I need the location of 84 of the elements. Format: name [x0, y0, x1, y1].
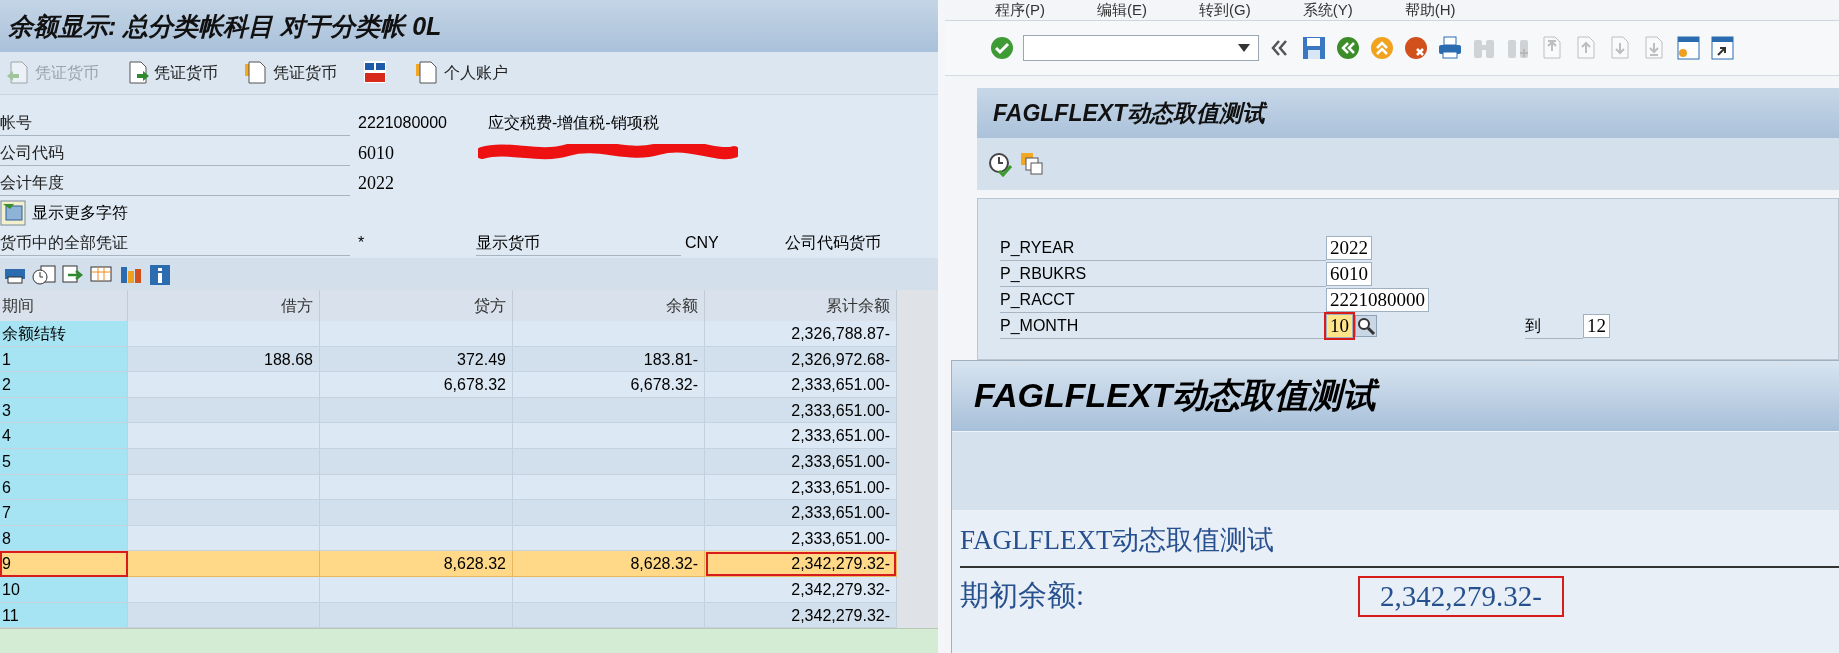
- field-label: 会计年度: [0, 170, 350, 196]
- table-cell: 2,333,651.00-: [705, 525, 897, 552]
- field-description: 应交税费-增值税-销项税: [487, 112, 659, 133]
- input-field[interactable]: 12: [1583, 314, 1610, 338]
- screen-title: FAGLFLEXT动态取值测试: [993, 98, 1266, 128]
- menu-item[interactable]: 系统(Y): [1302, 1, 1353, 19]
- documents-icon[interactable]: [1019, 151, 1045, 177]
- table-cell: 2,333,651.00-: [705, 423, 897, 449]
- balance-value: 2,342,279.32-: [1360, 577, 1562, 615]
- table-cell: 10: [0, 576, 128, 603]
- table-cell: 188.68: [128, 346, 320, 373]
- field-label: 显示货币: [476, 230, 681, 256]
- parameter-label: P_RYEAR: [1000, 235, 1326, 261]
- filter-icon: [0, 200, 26, 226]
- close-icon[interactable]: [1403, 35, 1429, 61]
- printer-icon[interactable]: [1437, 35, 1463, 61]
- execute-icon[interactable]: [987, 151, 1013, 177]
- input-field[interactable]: 6010: [1326, 262, 1372, 286]
- column-header: 累计余额: [705, 290, 897, 321]
- more-characters-button[interactable]: 显示更多字符: [0, 200, 128, 226]
- column-header: 余额: [513, 290, 705, 321]
- field-label: 帐号: [0, 110, 350, 136]
- info-icon[interactable]: [147, 263, 173, 285]
- table-cell: 2,333,651.00-: [705, 372, 897, 398]
- table-cell: 2,333,651.00-: [705, 397, 897, 424]
- input-field[interactable]: 2022: [1326, 236, 1372, 260]
- table-cell: 2,333,651.00-: [705, 474, 897, 501]
- table-cell: 7: [0, 500, 128, 526]
- menu-item[interactable]: 帮助(H): [1404, 1, 1456, 19]
- table-cell: 余额结转: [0, 321, 128, 347]
- window-title: 余额显示: 总分类帐科目 对于分类帐 0L: [8, 10, 442, 42]
- field-value: 2022: [357, 172, 395, 194]
- table-cell: 2: [0, 372, 128, 398]
- table-cell: 9: [0, 551, 128, 577]
- table-cell: 2,326,788.87-: [705, 321, 897, 347]
- table-cell: 2,342,279.32-: [705, 602, 897, 629]
- command-field[interactable]: [1023, 35, 1259, 61]
- table-cell: 3: [0, 397, 128, 424]
- table-cell: 6: [0, 474, 128, 501]
- menu-item[interactable]: 编辑(E): [1097, 1, 1147, 19]
- table-cell: 4: [0, 423, 128, 449]
- field-value: CNY: [684, 234, 720, 252]
- table-cell: 183.81-: [513, 346, 705, 373]
- parameter-label: P_RACCT: [1000, 287, 1326, 313]
- table-cell: 6,678.32-: [513, 372, 705, 398]
- field-value: *: [357, 234, 366, 252]
- table-cell: 2,326,972.68-: [705, 346, 897, 373]
- table-cell: 8: [0, 525, 128, 552]
- table-cell: 8,628.32-: [513, 551, 705, 577]
- back-icon[interactable]: [1335, 35, 1361, 61]
- dropdown-arrow-icon[interactable]: [1238, 44, 1250, 52]
- column-header: 期间: [0, 290, 128, 321]
- report-heading: FAGLFLEXT动态取值测试: [960, 522, 1839, 568]
- field-description: 公司代码货币: [784, 232, 881, 253]
- table-cell: 11: [0, 602, 128, 629]
- input-field[interactable]: 10: [1326, 314, 1353, 338]
- table-cell: 8,628.32: [320, 551, 513, 577]
- field-label: 货币中的全部凭证: [0, 230, 350, 256]
- toolbar-button[interactable]: 个人账户: [413, 58, 510, 88]
- table-cell: 372.49: [320, 346, 513, 373]
- field-value: 6010: [357, 142, 395, 164]
- menu-item[interactable]: 转到(G): [1199, 1, 1251, 19]
- table-layout-icon[interactable]: [89, 263, 115, 285]
- field-label: 公司代码: [0, 140, 350, 166]
- table-cell: 5: [0, 448, 128, 475]
- table-cell: 2,342,279.32-: [705, 551, 897, 577]
- input-field[interactable]: 2221080000: [1326, 288, 1429, 312]
- table-cell: 2,333,651.00-: [705, 448, 897, 475]
- table-cell: 2,333,651.00-: [705, 500, 897, 526]
- parameter-label: P_RBUKRS: [1000, 261, 1326, 287]
- field-value: 2221080000: [357, 114, 448, 132]
- balance-label: 期初余额:: [960, 578, 1086, 613]
- table-cell: 6,678.32: [320, 372, 513, 398]
- search-icon[interactable]: [1356, 316, 1376, 336]
- clock-document-icon[interactable]: [31, 263, 57, 285]
- currency-icon: [363, 60, 389, 86]
- menu-item[interactable]: 程序(P): [995, 1, 1045, 19]
- column-header: 借方: [128, 290, 320, 321]
- column-header: 贷方: [320, 290, 513, 321]
- check-icon[interactable]: [989, 35, 1015, 61]
- table-cell: 1: [0, 346, 128, 373]
- toolbar-button[interactable]: 凭证货币: [242, 58, 339, 88]
- toolbar-button[interactable]: 凭证货币: [123, 58, 220, 88]
- table-cell: 2,342,279.32-: [705, 576, 897, 603]
